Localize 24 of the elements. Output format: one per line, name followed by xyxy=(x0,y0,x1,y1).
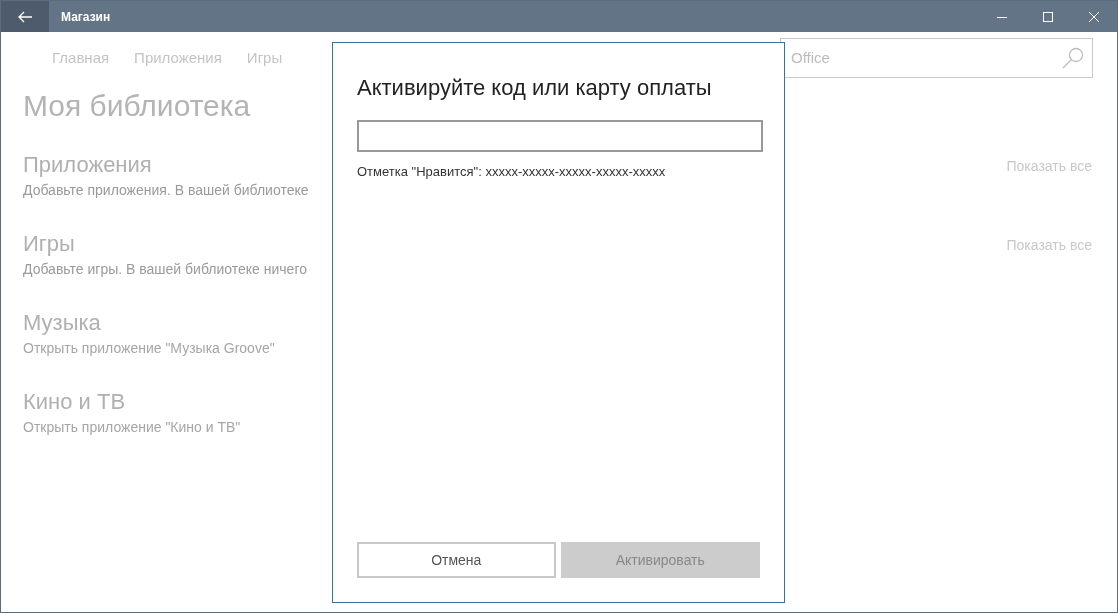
code-input-field[interactable] xyxy=(357,120,763,152)
nav-link[interactable]: Главная xyxy=(52,46,110,70)
search-field[interactable]: Office xyxy=(780,38,1093,78)
nav-link[interactable]: Приложения xyxy=(134,46,222,70)
maximize-icon xyxy=(1043,11,1053,22)
search-text: Office xyxy=(791,47,830,68)
section-description: Открыть приложение "Кино и ТВ" xyxy=(23,418,241,437)
hint-text: Отметка "Нравится": xxxxx-xxxxx-xxxxx-xxxxx-xxxxx xyxy=(357,163,667,181)
back-button[interactable] xyxy=(1,1,49,32)
section-heading: Игры xyxy=(23,230,75,258)
section-description: Добавьте приложения. В вашей библиотеке xyxy=(23,181,309,200)
page-title: Моя библиотека xyxy=(23,88,251,124)
nav-link[interactable]: Игры xyxy=(246,46,283,70)
section-heading: Кино и ТВ xyxy=(23,388,126,416)
close-icon xyxy=(1089,11,1099,22)
dialog-title: Активируйте код или карту оплаты xyxy=(357,74,713,102)
section-description: Открыть приложение "Музыка Groove" xyxy=(23,339,275,358)
section-heading: Приложения xyxy=(23,151,152,179)
cancel-button[interactable]: Отмена xyxy=(357,542,556,578)
back-arrow-icon xyxy=(17,10,33,23)
section-heading: Музыка xyxy=(23,309,101,337)
section-description: Добавьте игры. В вашей библиотеке ничего xyxy=(23,260,307,279)
search-icon xyxy=(1062,47,1084,69)
window-title: Магазин xyxy=(61,8,111,26)
